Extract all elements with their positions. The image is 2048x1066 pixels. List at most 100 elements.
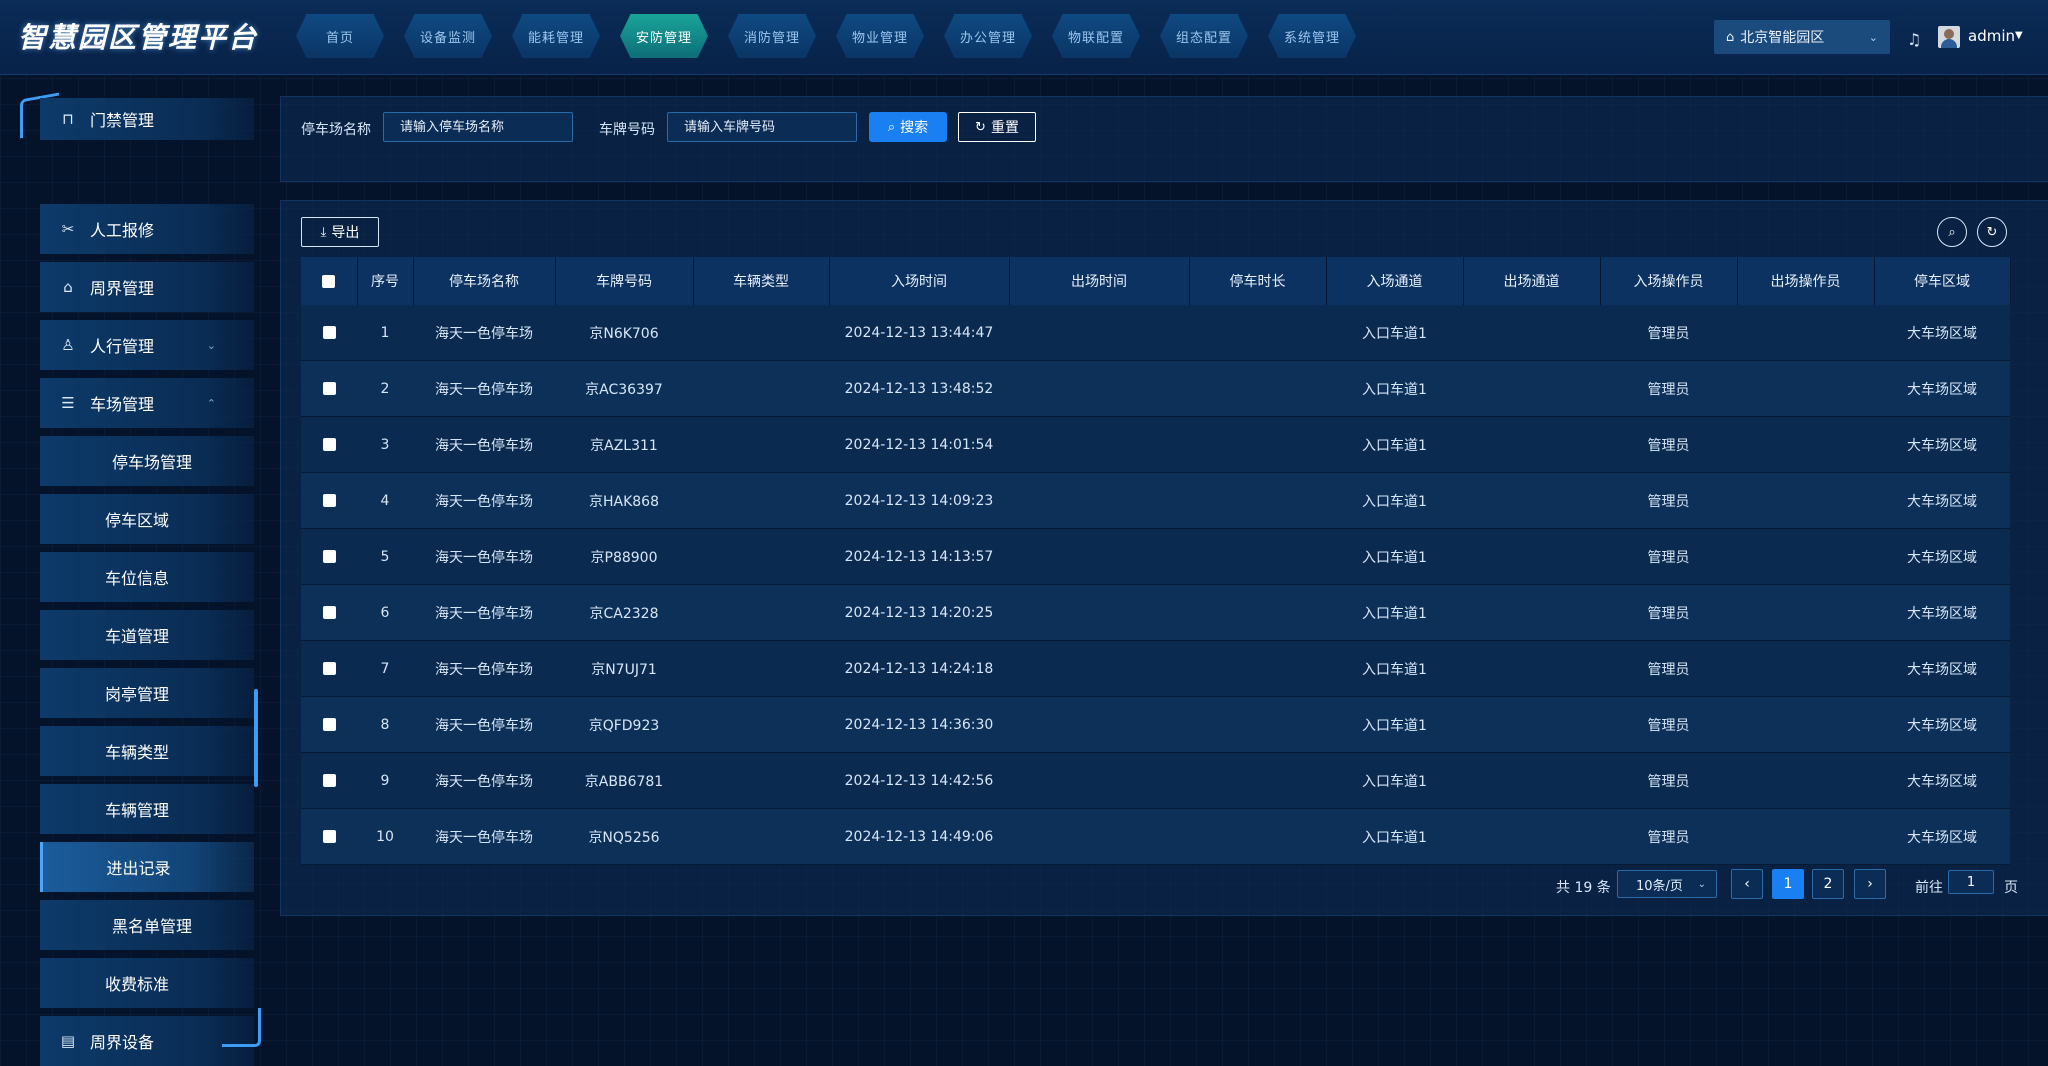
table-row[interactable]: 4 海天一色停车场 京HAK868 2024-12-13 14:09:23 入口车道1 管… [301, 472, 2010, 529]
username[interactable]: admin [1968, 27, 2015, 45]
nav-iot-config[interactable]: 物联配置 [1052, 14, 1140, 58]
toggle-search-button[interactable]: ⌕ [1937, 217, 1967, 247]
search-button[interactable]: ⌕ 搜索 [869, 112, 947, 142]
table-cell [1009, 640, 1189, 697]
sidebar-subitem-vehicle-type[interactable]: 车辆类型 [40, 726, 254, 776]
row-select-cell[interactable] [301, 472, 357, 529]
nav-fire[interactable]: 消防管理 [728, 14, 816, 58]
parking-name-input[interactable] [383, 112, 573, 142]
table-row[interactable]: 6 海天一色停车场 京CA2328 2024-12-13 14:20:25 入口车道1 管… [301, 584, 2010, 641]
nav-security[interactable]: 安防管理 [620, 14, 708, 58]
row-select-cell[interactable] [301, 360, 357, 417]
sidebar-subitem-vehicle[interactable]: 车辆管理 [40, 784, 254, 834]
nav-property[interactable]: 物业管理 [836, 14, 924, 58]
table-cell [1463, 528, 1600, 585]
row-checkbox[interactable] [322, 830, 336, 843]
row-checkbox[interactable] [322, 494, 336, 507]
nav-energy[interactable]: 能耗管理 [512, 14, 600, 58]
table-row[interactable]: 7 海天一色停车场 京N7UJ71 2024-12-13 14:24:18 入口车道1 管… [301, 640, 2010, 697]
goto-label: 前往 [1915, 880, 1943, 896]
table-row[interactable]: 1 海天一色停车场 京N6K706 2024-12-13 13:44:47 入口车道1 管… [301, 305, 2010, 361]
table-cell: 5 [357, 528, 413, 585]
bell-icon[interactable]: ♫ [1907, 30, 1921, 49]
sidebar-subitem-entry-exit-records[interactable]: 进出记录 [40, 842, 254, 892]
sidebar-subitem-space-info[interactable]: 车位信息 [40, 552, 254, 602]
sidebar-scrollbar[interactable] [254, 689, 258, 787]
avatar[interactable] [1938, 26, 1960, 48]
table-cell [1463, 752, 1600, 809]
table-row[interactable]: 10 海天一色停车场 京NQ5256 2024-12-13 14:49:06 入口车道1… [301, 808, 2010, 865]
table-cell [1009, 416, 1189, 473]
table-cell: 大车场区域 [1874, 528, 2010, 585]
row-select-cell[interactable] [301, 416, 357, 473]
table-row[interactable]: 3 海天一色停车场 京AZL311 2024-12-13 14:01:54 入口车道1 管… [301, 416, 2010, 473]
reset-button[interactable]: ↻ 重置 [958, 112, 1036, 142]
next-page-button[interactable]: › [1854, 869, 1886, 899]
sidebar-subitem-parking-management[interactable]: 停车场管理 [40, 436, 254, 486]
table-row[interactable]: 8 海天一色停车场 京QFD923 2024-12-13 14:36:30 入口车道1 管… [301, 696, 2010, 753]
table-row[interactable]: 2 海天一色停车场 京AC36397 2024-12-13 13:48:52 入口车道1… [301, 360, 2010, 417]
table-cell: 管理员 [1600, 584, 1737, 641]
sidebar-subitem-parking-area[interactable]: 停车区域 [40, 494, 254, 544]
row-checkbox[interactable] [322, 774, 336, 787]
table-cell [1463, 640, 1600, 697]
row-select-cell[interactable] [301, 640, 357, 697]
sidebar-subitem-blacklist[interactable]: 黑名单管理 [40, 900, 254, 950]
plate-number-input[interactable] [667, 112, 857, 142]
row-select-cell[interactable] [301, 584, 357, 641]
row-checkbox[interactable] [322, 326, 336, 339]
table-cell: 大车场区域 [1874, 752, 2010, 809]
prev-page-button[interactable]: ‹ [1731, 869, 1763, 899]
nav-home[interactable]: 首页 [296, 14, 384, 58]
goto-page-input[interactable] [1948, 870, 1994, 894]
sidebar-subitem-lane[interactable]: 车道管理 [40, 610, 254, 660]
column-header: 停车场名称 [413, 257, 556, 305]
search-icon: ⌕ [1948, 224, 1956, 240]
sidebar-item-manual-repair[interactable]: ✂ 人工报修 [40, 204, 254, 254]
table-cell: 管理员 [1600, 640, 1737, 697]
table-row[interactable]: 5 海天一色停车场 京P88900 2024-12-13 14:13:57 入口车道1 管… [301, 528, 2010, 585]
nav-office[interactable]: 办公管理 [944, 14, 1032, 58]
row-select-cell[interactable] [301, 528, 357, 585]
caret-down-icon[interactable]: ▼ [2015, 30, 2023, 41]
sidebar-subitem-fee-standard[interactable]: 收费标准 [40, 958, 254, 1008]
refresh-icon: ↻ [975, 119, 986, 135]
row-select-cell[interactable] [301, 696, 357, 753]
page-button-2[interactable]: 2 [1812, 869, 1844, 899]
park-select[interactable]: ⌂ 北京智能园区 ⌄ [1714, 20, 1890, 54]
select-all-cell[interactable] [301, 257, 358, 305]
table-cell [693, 305, 829, 361]
table-cell: 京P88900 [555, 528, 693, 585]
row-checkbox[interactable] [322, 606, 336, 619]
sidebar-item-perimeter[interactable]: ⌂ 周界管理 [40, 262, 254, 312]
sidebar-item-pedestrian[interactable]: ♙ 人行管理 ⌄ [40, 320, 254, 370]
row-select-cell[interactable] [301, 752, 357, 809]
row-checkbox[interactable] [322, 550, 336, 563]
nav-scada-config[interactable]: 组态配置 [1160, 14, 1248, 58]
row-checkbox[interactable] [322, 718, 336, 731]
refresh-button[interactable]: ↻ [1977, 217, 2007, 247]
table-cell: 4 [357, 472, 413, 529]
page-size-select[interactable]: 10条/页 ⌄ [1617, 870, 1717, 898]
select-all-checkbox[interactable] [322, 274, 336, 288]
row-checkbox[interactable] [322, 382, 336, 395]
table-cell: 海天一色停车场 [413, 696, 555, 753]
table-cell: 管理员 [1600, 360, 1737, 417]
row-select-cell[interactable] [301, 305, 357, 361]
sidebar-subitem-booth[interactable]: 岗亭管理 [40, 668, 254, 718]
nav-device-monitor[interactable]: 设备监测 [404, 14, 492, 58]
page-button-1[interactable]: 1 [1772, 869, 1804, 899]
export-button[interactable]: ⤓ 导出 [301, 217, 379, 247]
sidebar-item-label: 停车区域 [104, 511, 169, 530]
sidebar-item-parking-lot[interactable]: ☰ 车场管理 ⌃ [40, 378, 254, 428]
nav-system[interactable]: 系统管理 [1268, 14, 1356, 58]
row-select-cell[interactable] [301, 808, 357, 865]
table-cell: 大车场区域 [1874, 640, 2010, 697]
table-cell [1737, 584, 1874, 641]
sidebar-item-access-control[interactable]: ⊓ 门禁管理 [40, 98, 254, 140]
row-checkbox[interactable] [322, 438, 336, 451]
table-row[interactable]: 9 海天一色停车场 京ABB6781 2024-12-13 14:42:56 入口车道1… [301, 752, 2010, 809]
column-header: 出场通道 [1463, 257, 1601, 305]
row-checkbox[interactable] [322, 662, 336, 675]
table-cell: 海天一色停车场 [413, 360, 555, 417]
